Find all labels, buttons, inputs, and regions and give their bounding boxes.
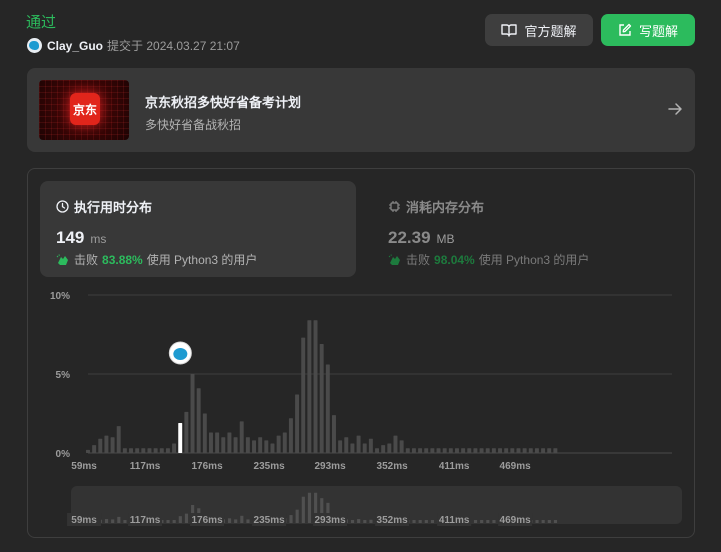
runtime-beats-percent: 83.88% [102,252,143,267]
memory-beats-label: 击败 [406,253,431,267]
clap-icon [56,253,68,265]
promo-image: 京东 [39,80,129,140]
write-solution-label: 写题解 [638,23,678,39]
memory-beats-suffix: 使用 Python3 的用户 [478,253,590,267]
arrow-right-icon[interactable] [667,101,683,117]
chip-icon [389,201,400,212]
runtime-beats-suffix: 使用 Python3 的用户 [146,253,258,267]
memory-card[interactable]: 消耗内存分布 22.39 MB 击败 98.04% 使用 Python3 的用户 [372,181,688,277]
memory-unit: MB [436,232,455,246]
username-link[interactable]: Clay_Guo [47,39,103,53]
jd-logo: 京东 [70,93,100,125]
memory-value: 22.39 [388,228,431,247]
runtime-label: 执行用时分布 [74,200,153,215]
promo-banner[interactable]: 京东 京东秋招多快好省备考计划 多快好省备战秋招 [27,68,695,152]
book-icon [501,24,518,37]
write-solution-button[interactable]: 写题解 [601,14,695,46]
runtime-unit: ms [90,232,107,246]
memory-beats-percent: 98.04% [434,252,475,267]
submission-status: 通过 [26,14,57,31]
official-solution-button[interactable]: 官方题解 [485,14,593,46]
submission-meta: Clay_Guo 提交于 2024.03.27 21:07 [27,37,240,54]
user-avatar[interactable] [27,38,42,53]
runtime-card[interactable]: 执行用时分布 149 ms 击败 83.88% 使用 Python3 的用户 [40,181,356,277]
promo-title: 京东秋招多快好省备考计划 [145,95,302,110]
runtime-beats-label: 击败 [74,253,99,267]
clock-icon [56,200,69,213]
memory-label: 消耗内存分布 [406,200,485,215]
submitted-time: 提交于 2024.03.27 21:07 [107,39,240,53]
official-solution-label: 官方题解 [524,23,577,39]
runtime-value: 149 [56,228,85,247]
clap-icon [388,253,400,265]
edit-icon [619,23,632,36]
promo-subtitle: 多快好省备战秋招 [145,118,242,132]
performance-panel: 执行用时分布 149 ms 击败 83.88% 使用 Python3 的用户 消… [27,168,695,538]
